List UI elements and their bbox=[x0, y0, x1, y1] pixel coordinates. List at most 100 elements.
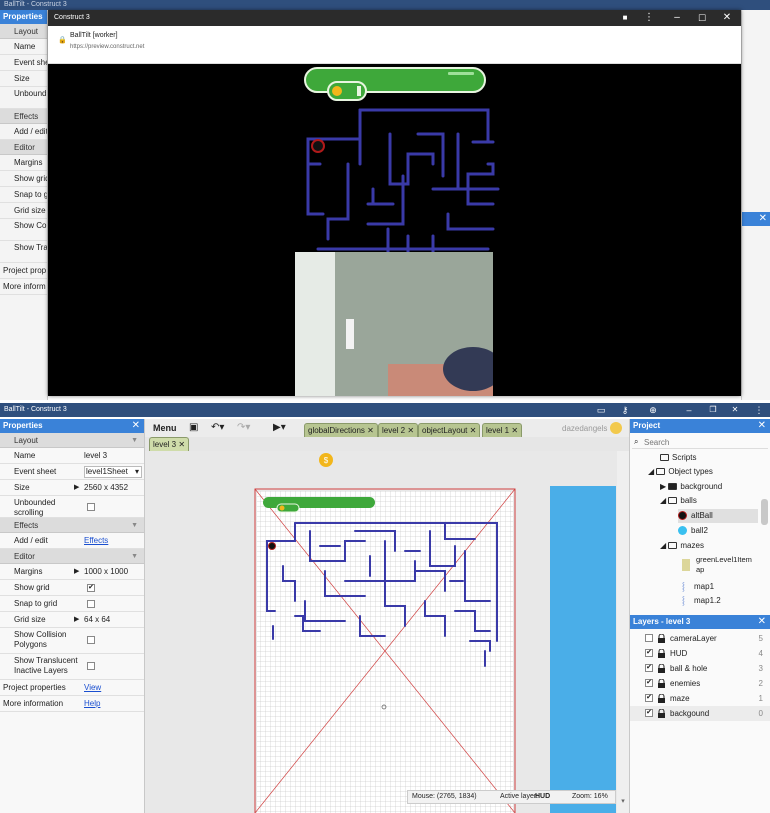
layer-visible-checkbox[interactable]: ✔ bbox=[645, 679, 653, 687]
tree-ball2[interactable]: ball2 bbox=[678, 524, 708, 538]
zoom-icon[interactable]: ⊕ bbox=[644, 403, 662, 417]
help-link[interactable]: Help bbox=[84, 696, 100, 711]
prop-name-value[interactable]: level 3 bbox=[84, 448, 107, 463]
tree-balls[interactable]: ◢ balls bbox=[660, 494, 697, 508]
tree-object-types[interactable]: ◢ Object types bbox=[648, 465, 713, 479]
tree-mazes[interactable]: ◢ mazes bbox=[660, 539, 704, 553]
tab-globaldirections[interactable]: globalDirections ✕ bbox=[304, 423, 378, 437]
layer-visible-checkbox[interactable]: ✔ bbox=[645, 709, 653, 717]
project-close-icon[interactable]: ✕ bbox=[758, 419, 766, 433]
layers-close-icon[interactable]: ✕ bbox=[758, 615, 766, 629]
layout-canvas[interactable]: $ ▾ bbox=[145, 451, 629, 813]
layer-row-ball-hole[interactable]: ✔ ball & hole 3 bbox=[630, 661, 770, 676]
properties-close-icon[interactable]: ✕ bbox=[132, 419, 140, 433]
lock-icon[interactable] bbox=[657, 634, 666, 643]
save-icon[interactable]: ▣ bbox=[189, 421, 198, 435]
tab-close-icon[interactable]: ✕ bbox=[367, 426, 374, 435]
tab-close-icon[interactable]: ✕ bbox=[511, 426, 518, 435]
lock-icon[interactable] bbox=[657, 709, 666, 718]
layer-row-backgound[interactable]: ✔ backgound 0 bbox=[630, 706, 770, 721]
minimize-icon[interactable]: – bbox=[666, 10, 688, 26]
prop-project[interactable]: Project properties View bbox=[0, 680, 144, 696]
chevron-right-icon[interactable]: ▶ bbox=[660, 482, 668, 491]
prop-gridsize[interactable]: Grid size ▶ 64 x 64 bbox=[0, 612, 144, 628]
prop-size-value[interactable]: 2560 x 4352 bbox=[84, 480, 128, 495]
tab-close-icon[interactable]: ✕ bbox=[178, 440, 185, 449]
tab-level-2[interactable]: level 2 ✕ bbox=[378, 423, 419, 437]
search-input[interactable] bbox=[644, 436, 762, 448]
prop-translucent[interactable]: Show Translucent Inactive Layers bbox=[0, 654, 144, 680]
tree-greenlevel[interactable]: greenLevel1Item ap bbox=[682, 555, 762, 575]
more-menu-icon[interactable]: ⋮ bbox=[638, 10, 660, 26]
collision-checkbox[interactable] bbox=[87, 636, 95, 644]
prop-size[interactable]: Size ▶ 2560 x 4352 bbox=[0, 480, 144, 496]
tab-close-icon[interactable]: ✕ bbox=[470, 426, 477, 435]
chevron-down-icon[interactable]: ◢ bbox=[660, 496, 668, 505]
prop-showgrid[interactable]: Show grid ✔ bbox=[0, 580, 144, 596]
prop-section-editor[interactable]: Editor ▼ bbox=[0, 549, 144, 564]
preview-window[interactable]: Construct 3 ■ ⋮ – ☐ ✕ 🔒 BallTilt [worker… bbox=[48, 10, 741, 396]
prop-collision[interactable]: Show Collision Polygons bbox=[0, 628, 144, 654]
prop-eventsheet[interactable]: Event sheet level1Sheet ▾ bbox=[0, 464, 144, 480]
tab-level-1[interactable]: level 1 ✕ bbox=[482, 423, 523, 437]
project-scrollbar[interactable] bbox=[761, 499, 768, 525]
close-icon[interactable]: ✕ bbox=[716, 10, 738, 26]
prop-unbounded[interactable]: Unbounded scrolling bbox=[0, 496, 144, 518]
view-link[interactable]: View bbox=[84, 680, 101, 695]
chevron-down-icon[interactable]: ◢ bbox=[660, 541, 668, 550]
expand-icon[interactable]: ▶ bbox=[74, 612, 79, 627]
snap-checkbox[interactable] bbox=[87, 600, 95, 608]
key-icon[interactable]: ⚷ bbox=[616, 403, 634, 417]
redo-icon[interactable]: ↷▾ bbox=[237, 421, 250, 435]
expand-icon[interactable]: ▶ bbox=[74, 480, 79, 495]
layer-row-enemies[interactable]: ✔ enemies 2 bbox=[630, 676, 770, 691]
prop-moreinfo[interactable]: More information Help bbox=[0, 696, 144, 712]
tab-close-icon[interactable]: ✕ bbox=[407, 426, 414, 435]
prop-gridsize-value[interactable]: 64 x 64 bbox=[84, 612, 110, 627]
prop-margins-value[interactable]: 1000 x 1000 bbox=[84, 564, 128, 579]
lock-icon[interactable] bbox=[657, 694, 666, 703]
tab-objectlayout[interactable]: objectLayout ✕ bbox=[418, 423, 481, 437]
editor-minimize-icon[interactable]: – bbox=[680, 403, 698, 417]
lock-icon[interactable] bbox=[657, 679, 666, 688]
lock-icon[interactable] bbox=[657, 649, 666, 658]
tree-background[interactable]: ▶ background bbox=[660, 480, 722, 494]
user-avatar[interactable] bbox=[610, 422, 622, 434]
layer-row-maze[interactable]: ✔ maze 1 bbox=[630, 691, 770, 706]
expand-icon[interactable]: ▶ bbox=[74, 564, 79, 579]
prop-section-effects[interactable]: Effects ▼ bbox=[0, 518, 144, 533]
prop-name[interactable]: Name level 3 bbox=[0, 448, 144, 464]
menu-button[interactable]: Menu bbox=[149, 421, 181, 435]
chevron-down-icon[interactable]: ◢ bbox=[648, 467, 656, 476]
tree-map12[interactable]: ⸾ map1.2 bbox=[682, 594, 721, 608]
unbounded-checkbox[interactable] bbox=[87, 503, 95, 511]
tree-scripts[interactable]: Scripts bbox=[660, 451, 696, 465]
tree-altball[interactable]: altBall bbox=[678, 509, 758, 523]
cast-icon[interactable]: ■ bbox=[614, 10, 636, 26]
prop-section-layout[interactable]: Layout ▼ bbox=[0, 433, 144, 448]
prop-addedit[interactable]: Add / edit Effects bbox=[0, 533, 144, 549]
clipboard-icon[interactable]: ▭ bbox=[592, 403, 610, 417]
project-search[interactable]: ⌕ bbox=[632, 435, 768, 449]
undo-icon[interactable]: ↶▾ bbox=[211, 421, 224, 435]
user-name[interactable]: dazedangels bbox=[562, 423, 607, 435]
lock-icon[interactable] bbox=[657, 664, 666, 673]
editor-close-icon[interactable]: ✕ bbox=[726, 403, 744, 417]
editor-restore-icon[interactable]: ❐ bbox=[704, 403, 722, 417]
maximize-icon[interactable]: ☐ bbox=[691, 10, 713, 26]
layer-visible-checkbox[interactable]: ✔ bbox=[645, 694, 653, 702]
eventsheet-select[interactable]: level1Sheet ▾ bbox=[84, 466, 142, 478]
layer-row-hud[interactable]: ✔ HUD 4 bbox=[630, 646, 770, 661]
tab-level-3[interactable]: level 3 ✕ bbox=[149, 437, 190, 451]
layer-visible-checkbox[interactable]: ✔ bbox=[645, 649, 653, 657]
editor-menu-icon[interactable]: ⋮ bbox=[750, 403, 768, 417]
prop-snap[interactable]: Snap to grid bbox=[0, 596, 144, 612]
layer-visible-checkbox[interactable] bbox=[645, 634, 653, 642]
tree-map1[interactable]: ⸾ map1 bbox=[682, 580, 714, 594]
showgrid-checkbox[interactable]: ✔ bbox=[87, 584, 95, 592]
translucent-checkbox[interactable] bbox=[87, 662, 95, 670]
game-stage[interactable] bbox=[48, 64, 741, 396]
layer-visible-checkbox[interactable]: ✔ bbox=[645, 664, 653, 672]
effects-link[interactable]: Effects bbox=[84, 533, 108, 548]
prop-margins[interactable]: Margins ▶ 1000 x 1000 bbox=[0, 564, 144, 580]
